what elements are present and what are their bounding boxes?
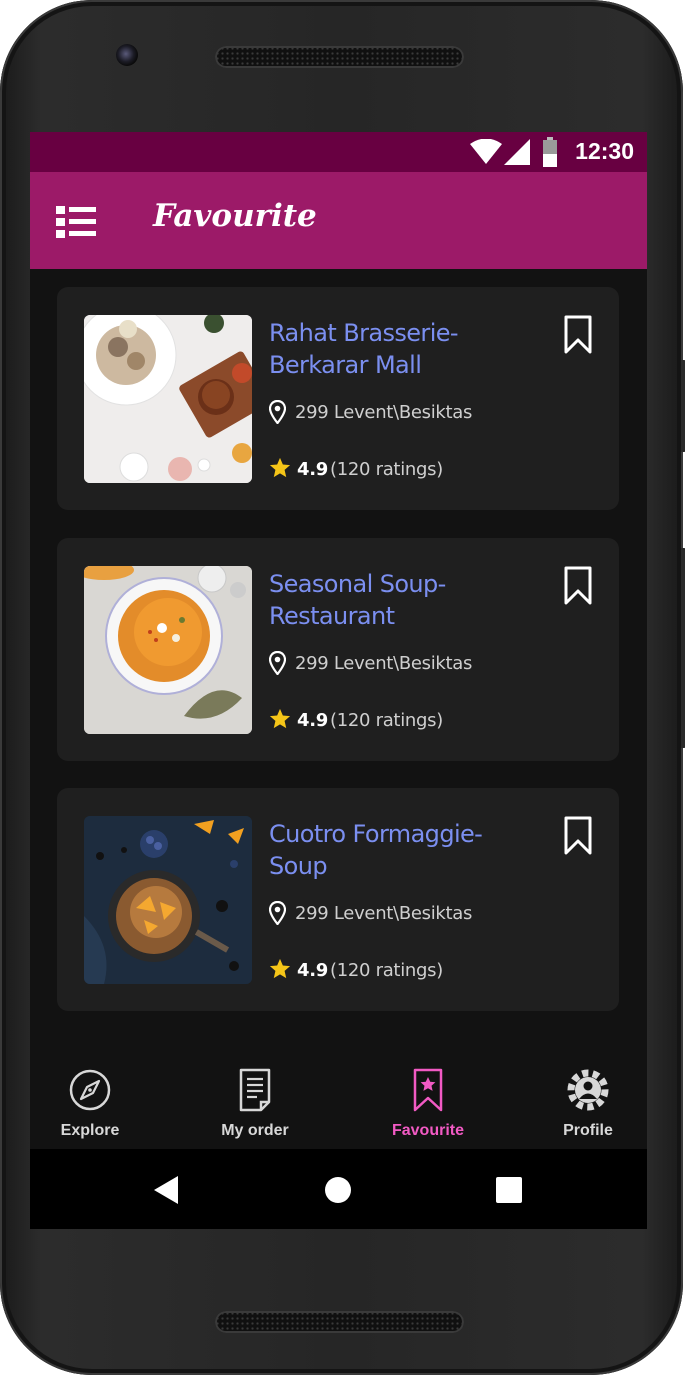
top-speaker (215, 46, 464, 68)
menu-list-icon[interactable] (56, 206, 96, 238)
bookmark-icon[interactable] (564, 566, 592, 606)
battery-icon (543, 137, 557, 167)
restaurant-card[interactable]: Rahat Brasserie- Berkarar Mall 299 Leven… (57, 287, 619, 510)
restaurant-card[interactable]: Cuotro Formaggie- Soup 299 Levent\Besikt… (57, 788, 619, 1011)
power-button (681, 548, 685, 748)
compass-icon (69, 1069, 111, 1111)
rating-count: (120 ratings) (330, 710, 443, 731)
restaurant-image (84, 315, 252, 483)
food-photo-soup (84, 566, 252, 734)
rating-count: (120 ratings) (330, 960, 443, 981)
food-photo-brasserie (84, 315, 252, 483)
receipt-icon (239, 1068, 271, 1112)
restaurant-name[interactable]: Rahat Brasserie- Berkarar Mall (269, 317, 539, 381)
nav-label: Favourite (391, 1122, 464, 1139)
address-text: 299 Levent\Besiktas (295, 402, 473, 423)
location-pin-icon (269, 901, 286, 925)
star-icon (269, 958, 291, 979)
nav-profile[interactable]: Profile (528, 1068, 647, 1146)
rating-value: 4.9 (297, 459, 328, 480)
nav-label: My order (221, 1122, 289, 1139)
screen: 12:30 Favourite Rahat Brasserie- Berkara… (30, 132, 647, 1229)
nav-favourite[interactable]: Favourite (368, 1068, 488, 1146)
back-icon[interactable] (150, 1173, 184, 1207)
nav-label: Profile (563, 1122, 613, 1139)
restaurant-image (84, 566, 252, 734)
address-text: 299 Levent\Besiktas (295, 903, 473, 924)
bookmark-icon[interactable] (564, 315, 592, 355)
bottom-nav: Explore My order Favourite Profile (30, 1062, 647, 1149)
location-pin-icon (269, 400, 286, 424)
restaurant-name[interactable]: Cuotro Formaggie- Soup (269, 818, 539, 882)
location-pin-icon (269, 651, 286, 675)
home-icon[interactable] (321, 1173, 355, 1207)
rating-count: (120 ratings) (330, 459, 443, 480)
settings-profile-icon (567, 1069, 609, 1111)
phone-frame: 12:30 Favourite Rahat Brasserie- Berkara… (0, 0, 685, 1375)
restaurant-card[interactable]: Seasonal Soup- Restaurant 299 Levent\Bes… (57, 538, 619, 761)
restaurant-image (84, 816, 252, 984)
nav-my-order[interactable]: My order (195, 1068, 315, 1146)
recents-icon[interactable] (492, 1173, 526, 1207)
bottom-speaker (215, 1311, 464, 1333)
bookmark-star-icon (413, 1068, 443, 1112)
status-bar: 12:30 (30, 132, 647, 172)
address-text: 299 Levent\Besiktas (295, 653, 473, 674)
rating-value: 4.9 (297, 710, 328, 731)
restaurant-name[interactable]: Seasonal Soup- Restaurant (269, 568, 539, 632)
status-time: 12:30 (575, 138, 634, 164)
nav-explore[interactable]: Explore (30, 1068, 150, 1146)
app-bar: Favourite (30, 172, 647, 269)
wifi-icon (470, 139, 502, 164)
page-title: Favourite (153, 198, 317, 234)
front-camera (116, 44, 138, 66)
system-nav-bar (30, 1149, 647, 1229)
cell-signal-icon (504, 139, 530, 165)
nav-label: Explore (60, 1122, 120, 1139)
rating-value: 4.9 (297, 960, 328, 981)
bookmark-icon[interactable] (564, 816, 592, 856)
star-icon (269, 457, 291, 478)
volume-button (681, 360, 685, 452)
food-photo-pancake (84, 816, 252, 984)
star-icon (269, 708, 291, 729)
